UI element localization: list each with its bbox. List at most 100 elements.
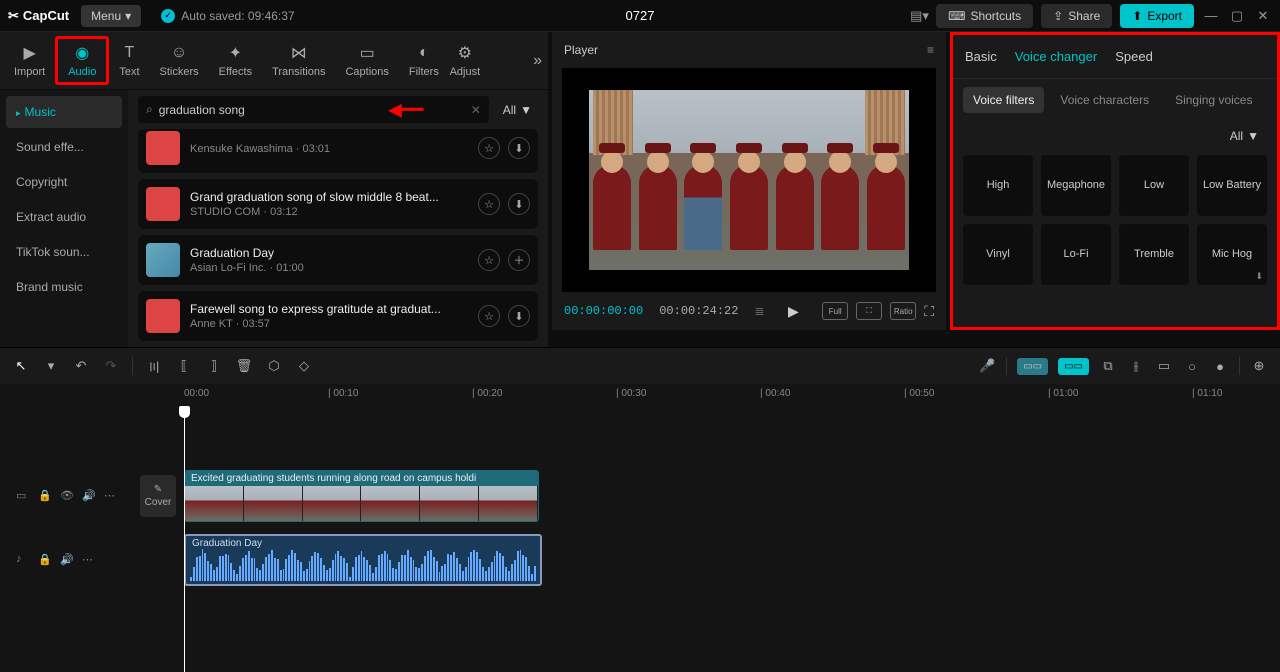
subtab-voice-characters[interactable]: Voice characters — [1050, 87, 1159, 113]
play-button[interactable]: ▶ — [788, 303, 799, 320]
split-tool[interactable]: 〣 — [145, 357, 163, 375]
magnet-off-icon[interactable]: ▭▭ — [1017, 358, 1048, 375]
download-icon[interactable]: ⬇ — [508, 137, 530, 159]
voice-filter-high[interactable]: High — [963, 155, 1033, 216]
ratio-button[interactable]: Ratio — [890, 302, 916, 320]
cover-button[interactable]: ✎Cover — [140, 475, 176, 517]
effects-icon: ✦ — [225, 43, 245, 63]
minimize-button[interactable]: — — [1202, 8, 1220, 23]
zoom-in-icon[interactable]: ⊕ — [1250, 357, 1268, 375]
circle-icon[interactable]: ○ — [1183, 357, 1201, 375]
tab-effects[interactable]: ✦Effects — [209, 39, 262, 82]
share-button[interactable]: ⇪Share — [1041, 4, 1112, 28]
sidenav-brand-music[interactable]: Brand music — [6, 271, 122, 303]
audio-track[interactable]: ♪ 🔒 🔊 ⋯ Graduation Day — [0, 532, 1280, 588]
voice-filter-vinyl[interactable]: Vinyl — [963, 224, 1033, 285]
mouse-icon[interactable]: ● — [1211, 357, 1229, 375]
song-row[interactable]: Farewell song to express gratitude at gr… — [138, 291, 538, 341]
shortcuts-button[interactable]: ⌨Shortcuts — [936, 4, 1033, 28]
sidenav-music[interactable]: Music — [6, 96, 122, 128]
tab-filters[interactable]: ◐Filters — [399, 39, 449, 82]
audio-clip[interactable]: Graduation Day — [184, 534, 542, 586]
tab-transitions[interactable]: ⋈Transitions — [262, 39, 335, 82]
favorite-icon[interactable]: ☆ — [478, 137, 500, 159]
video-track[interactable]: ▭ 🔒 👁 🔊 ⋯ ✎Cover Excited graduating stud… — [0, 468, 1280, 524]
playhead[interactable] — [184, 408, 185, 672]
check-icon: ✓ — [161, 9, 175, 23]
filter-all-button[interactable]: All ▼ — [497, 99, 538, 121]
favorite-icon[interactable]: ☆ — [478, 305, 500, 327]
video-clip[interactable]: Excited graduating students running alon… — [184, 470, 539, 522]
export-button[interactable]: ⬆Export — [1120, 4, 1194, 28]
add-icon[interactable]: ＋ — [508, 249, 530, 271]
columns-icon[interactable]: ≣ — [754, 304, 764, 318]
favorite-icon[interactable]: ☆ — [478, 193, 500, 215]
sidenav-sound-effects[interactable]: Sound effe... — [6, 131, 122, 163]
marker-tool[interactable]: ◇ — [295, 357, 313, 375]
magnet-on-icon[interactable]: ▭▭ — [1058, 358, 1089, 375]
fullscreen-icon[interactable]: ⛶ — [924, 303, 934, 320]
chevron-down-icon[interactable]: ▾ — [42, 357, 60, 375]
clear-search-icon[interactable]: ✕ — [471, 103, 481, 117]
sidenav-tiktok-sounds[interactable]: TikTok soun... — [6, 236, 122, 268]
voice-filter-low[interactable]: Low — [1119, 155, 1189, 216]
favorite-icon[interactable]: ☆ — [478, 249, 500, 271]
more-icon[interactable]: ⋯ — [104, 489, 118, 503]
trim-right-tool[interactable]: ⟧ — [205, 357, 223, 375]
expand-tabs-icon[interactable]: » — [533, 52, 542, 70]
search-icon: ⌕ — [146, 102, 153, 117]
stickers-icon: ☺ — [169, 43, 189, 63]
maximize-button[interactable]: ▢ — [1228, 8, 1246, 24]
sidenav-extract-audio[interactable]: Extract audio — [6, 201, 122, 233]
time-ruler[interactable]: 00:00 | 00:10 | 00:20 | 00:30 | 00:40 | … — [0, 384, 1280, 408]
tab-stickers[interactable]: ☺Stickers — [150, 39, 209, 82]
subtab-singing-voices[interactable]: Singing voices — [1165, 87, 1262, 113]
rtab-speed[interactable]: Speed — [1115, 43, 1153, 70]
mic-icon[interactable]: 🎤 — [978, 357, 996, 375]
trim-left-tool[interactable]: ⟦ — [175, 357, 193, 375]
delete-tool[interactable]: 🗑 — [235, 357, 253, 375]
rtab-basic[interactable]: Basic — [965, 43, 997, 70]
cursor-tool[interactable]: ↖ — [12, 357, 30, 375]
voice-filter-lofi[interactable]: Lo-Fi — [1041, 224, 1111, 285]
voice-filter-mic-hog[interactable]: Mic Hog⬇ — [1197, 224, 1267, 285]
tab-audio[interactable]: ◉Audio — [55, 36, 109, 85]
rtab-voice-changer[interactable]: Voice changer — [1015, 43, 1097, 70]
mute-icon[interactable]: 🔊 — [60, 553, 74, 567]
redo-button[interactable]: ↷ — [102, 357, 120, 375]
subtab-voice-filters[interactable]: Voice filters — [963, 87, 1044, 113]
project-title[interactable]: 0727 — [626, 8, 655, 23]
tab-captions[interactable]: ▭Captions — [335, 39, 398, 82]
filter-all-button[interactable]: All ▼ — [1224, 125, 1265, 147]
voice-filter-megaphone[interactable]: Megaphone — [1041, 155, 1111, 216]
full-button[interactable]: Full — [822, 302, 848, 320]
voice-filter-low-battery[interactable]: Low Battery — [1197, 155, 1267, 216]
crop-button[interactable]: ⛶ — [856, 302, 882, 320]
tab-text[interactable]: TText — [109, 39, 149, 82]
undo-button[interactable]: ↶ — [72, 357, 90, 375]
song-row[interactable]: Graduation DayAsian Lo-Fi Inc. · 01:00 ☆… — [138, 235, 538, 285]
menu-button[interactable]: Menu ▾ — [81, 5, 141, 27]
tab-import[interactable]: ▶Import — [4, 39, 55, 82]
more-icon[interactable]: ⋯ — [82, 553, 96, 567]
search-box[interactable]: ⌕ ◀━━ ✕ — [138, 96, 489, 123]
eye-icon[interactable]: 👁 — [60, 489, 74, 503]
lock-icon[interactable]: 🔒 — [38, 489, 52, 503]
link-icon[interactable]: ⧉ — [1099, 357, 1117, 375]
sidenav-copyright[interactable]: Copyright — [6, 166, 122, 198]
download-icon[interactable]: ⬇ — [508, 305, 530, 327]
mute-icon[interactable]: 🔊 — [82, 489, 96, 503]
song-row[interactable]: Kensuke Kawashima · 03:01 ☆⬇ — [138, 129, 538, 173]
song-row[interactable]: Grand graduation song of slow middle 8 b… — [138, 179, 538, 229]
voice-filter-tremble[interactable]: Tremble — [1119, 224, 1189, 285]
video-preview[interactable] — [562, 68, 936, 292]
player-menu-icon[interactable]: ≡ — [927, 43, 934, 57]
tab-adjust[interactable]: ⚙Adjust — [449, 39, 481, 82]
align-icon[interactable]: ⫲ — [1127, 357, 1145, 375]
download-icon[interactable]: ⬇ — [508, 193, 530, 215]
close-button[interactable]: ✕ — [1254, 8, 1272, 24]
preview-icon[interactable]: ▭ — [1155, 357, 1173, 375]
lock-icon[interactable]: 🔒 — [38, 553, 52, 567]
shield-tool[interactable]: ⬡ — [265, 357, 283, 375]
layout-icon[interactable]: ▤▾ — [910, 8, 928, 24]
